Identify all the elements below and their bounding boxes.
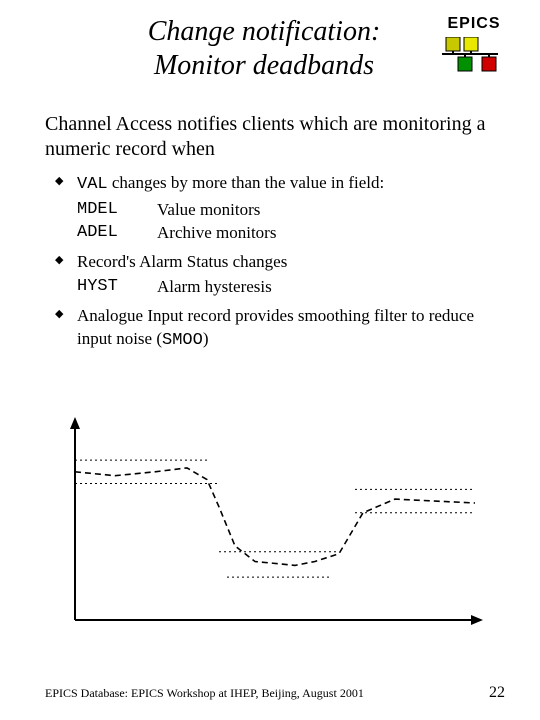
bullet-item: VAL changes by more than the value in fi…	[55, 172, 505, 245]
def-term: HYST	[77, 276, 157, 299]
def-desc: Value monitors	[157, 199, 505, 222]
bullet-text: Record's Alarm Status changes	[77, 252, 287, 271]
bullet-text-pre: Analogue Input record provides smoothing…	[77, 306, 474, 348]
footer: EPICS Database: EPICS Workshop at IHEP, …	[0, 684, 540, 702]
epics-logo-icon	[438, 37, 502, 75]
deadband-chart	[45, 415, 485, 640]
def-term: MDEL	[77, 199, 157, 222]
def-row: HYST Alarm hysteresis	[77, 276, 505, 299]
def-term: ADEL	[77, 222, 157, 245]
intro-text: Channel Access notifies clients which ar…	[45, 112, 505, 162]
bullet-item: Analogue Input record provides smoothing…	[55, 305, 505, 353]
slide-title: Change notification: Monitor deadbands	[30, 15, 438, 82]
title-line2: Monitor deadbands	[154, 50, 374, 81]
title-line1: Change notification:	[148, 16, 381, 47]
bullet-text-post: )	[203, 329, 209, 348]
def-row: ADEL Archive monitors	[77, 222, 505, 245]
bullet-text-mono: SMOO	[162, 331, 203, 350]
epics-logo: EPICS	[438, 15, 510, 75]
page-number: 22	[489, 684, 505, 702]
bullet-lead-rest: changes by more than the value in field:	[108, 173, 385, 192]
slide-body: Channel Access notifies clients which ar…	[0, 82, 540, 353]
epics-logo-label: EPICS	[438, 15, 510, 33]
bullet-item: Record's Alarm Status changes HYST Alarm…	[55, 251, 505, 299]
def-desc: Alarm hysteresis	[157, 276, 505, 299]
footer-text: EPICS Database: EPICS Workshop at IHEP, …	[45, 686, 364, 701]
def-desc: Archive monitors	[157, 222, 505, 245]
bullet-lead-mono: VAL	[77, 175, 108, 194]
def-row: MDEL Value monitors	[77, 199, 505, 222]
